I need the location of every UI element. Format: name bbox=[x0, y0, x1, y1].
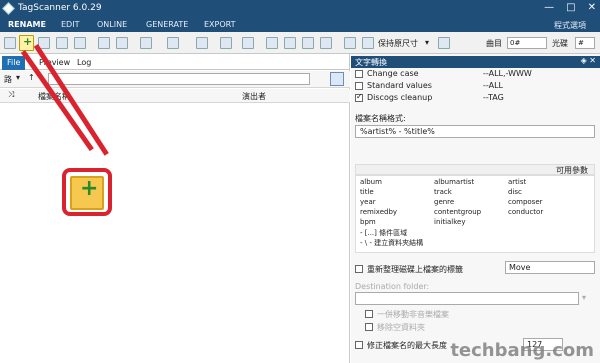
left-panel: File Preview Log 路 ▾ ↑ ⤨ 檔案名稱 演出者 bbox=[0, 44, 350, 363]
move-icon[interactable] bbox=[98, 37, 110, 49]
available-list: album albumartist artist title track dis… bbox=[355, 175, 595, 253]
track-label: 曲目 bbox=[486, 39, 502, 48]
menu-bar: RENAME EDIT ONLINE GENERATE EXPORT 程式選項 bbox=[0, 18, 600, 32]
title-bar: TagScanner 6.0.29 — □ ✕ bbox=[0, 0, 600, 18]
param[interactable]: artist bbox=[508, 178, 526, 186]
transform-row[interactable]: Standard values --ALL bbox=[355, 81, 595, 91]
shuffle-icon[interactable]: ⤨ bbox=[8, 90, 14, 100]
search-icon[interactable] bbox=[196, 37, 208, 49]
param[interactable]: contentgroup bbox=[434, 208, 481, 216]
path-label: 路 bbox=[4, 75, 12, 84]
checkbox[interactable] bbox=[365, 323, 373, 331]
column-artist[interactable]: 演出者 bbox=[242, 91, 266, 102]
add-folder-icon[interactable] bbox=[19, 35, 34, 51]
checkbox[interactable] bbox=[355, 92, 363, 102]
param[interactable]: disc bbox=[508, 188, 522, 196]
move-select[interactable]: Move bbox=[505, 261, 595, 274]
list-icon[interactable] bbox=[74, 37, 86, 49]
open-folder-icon[interactable] bbox=[4, 37, 16, 49]
doc4-icon[interactable] bbox=[320, 37, 332, 49]
param[interactable]: - [...] 條件區域 bbox=[360, 228, 407, 238]
resize-icon[interactable] bbox=[362, 37, 374, 49]
maximize-button[interactable]: □ bbox=[566, 2, 575, 13]
tab-file[interactable]: File bbox=[2, 56, 26, 70]
param[interactable]: remixedby bbox=[360, 208, 397, 216]
format-input[interactable]: %artist% - %title% bbox=[355, 125, 595, 138]
tab-preview[interactable]: Preview bbox=[34, 56, 75, 70]
checkbox[interactable] bbox=[365, 310, 373, 318]
menu-export[interactable]: EXPORT bbox=[204, 20, 236, 29]
select-icon[interactable] bbox=[140, 37, 152, 49]
menu-options[interactable]: 程式選項 bbox=[554, 20, 586, 31]
param[interactable]: album bbox=[360, 178, 382, 186]
disc-select[interactable]: # bbox=[575, 37, 595, 49]
doc3-icon[interactable] bbox=[302, 37, 314, 49]
chevron-down-icon[interactable]: ▾ bbox=[582, 293, 586, 302]
param[interactable]: title bbox=[360, 188, 374, 196]
transform-row[interactable]: Change case --ALL,-WWW bbox=[355, 69, 595, 79]
image-icon[interactable] bbox=[220, 37, 232, 49]
up-icon[interactable]: ↑ bbox=[28, 73, 35, 82]
param[interactable]: conductor bbox=[508, 208, 543, 216]
param[interactable]: genre bbox=[434, 198, 454, 206]
grid-icon[interactable] bbox=[56, 37, 68, 49]
app-icon bbox=[2, 2, 15, 15]
sort-icon[interactable] bbox=[167, 37, 179, 49]
param[interactable]: composer bbox=[508, 198, 543, 206]
keep-size-label[interactable]: 保持原尺寸 bbox=[378, 38, 418, 49]
param[interactable]: year bbox=[360, 198, 376, 206]
cover-icon[interactable] bbox=[344, 37, 356, 49]
destination-input[interactable] bbox=[355, 292, 579, 305]
window-title: TagScanner 6.0.29 bbox=[18, 3, 102, 13]
menu-online[interactable]: ONLINE bbox=[97, 20, 127, 29]
menu-generate[interactable]: GENERATE bbox=[146, 20, 188, 29]
tab-log[interactable]: Log bbox=[72, 56, 96, 70]
param[interactable]: initialkey bbox=[434, 218, 466, 226]
chevron-down-icon[interactable]: ▾ bbox=[425, 38, 429, 47]
available-header: 可用參數 bbox=[355, 164, 595, 175]
lock-icon[interactable] bbox=[438, 37, 450, 49]
watermark: techbang.com bbox=[450, 340, 594, 361]
move2-icon[interactable] bbox=[116, 37, 128, 49]
track-select[interactable]: 0# bbox=[507, 37, 547, 49]
panel-controls-icon[interactable]: ◈ ✕ bbox=[581, 56, 596, 65]
param[interactable]: - \ - 建立資料夾結構 bbox=[360, 238, 423, 248]
param[interactable]: track bbox=[434, 188, 452, 196]
checkbox[interactable] bbox=[355, 341, 363, 349]
param[interactable]: bpm bbox=[360, 218, 376, 226]
doc-icon[interactable] bbox=[266, 37, 278, 49]
checkbox[interactable] bbox=[355, 265, 363, 273]
checkbox[interactable] bbox=[355, 70, 363, 78]
right-panel: 文字轉換 ◈ ✕ Change case --ALL,-WWW Standard… bbox=[351, 54, 600, 363]
doc2-icon[interactable] bbox=[284, 37, 296, 49]
path-input[interactable] bbox=[48, 73, 310, 85]
toolbar: 保持原尺寸 ▾ 曲目 0# 光碟 # bbox=[0, 32, 600, 54]
close-button[interactable]: ✕ bbox=[588, 2, 596, 13]
format-label: 檔案名稱格式: bbox=[355, 114, 406, 123]
shuffle-icon[interactable] bbox=[242, 37, 254, 49]
transform-panel-title: 文字轉換 ◈ ✕ bbox=[351, 56, 600, 68]
transform-row[interactable]: Discogs cleanup --TAG bbox=[355, 92, 595, 103]
disc-label: 光碟 bbox=[552, 39, 568, 48]
param[interactable]: albumartist bbox=[434, 178, 474, 186]
checkbox[interactable] bbox=[355, 82, 363, 90]
menu-edit[interactable]: EDIT bbox=[61, 20, 79, 29]
menu-rename[interactable]: RENAME bbox=[8, 20, 46, 29]
browse-folder-button[interactable] bbox=[330, 72, 344, 86]
destination-label: Destination folder: bbox=[355, 282, 430, 291]
callout-ring bbox=[62, 168, 112, 216]
minimize-button[interactable]: — bbox=[544, 2, 554, 13]
chevron-down-icon[interactable]: ▾ bbox=[16, 73, 20, 82]
